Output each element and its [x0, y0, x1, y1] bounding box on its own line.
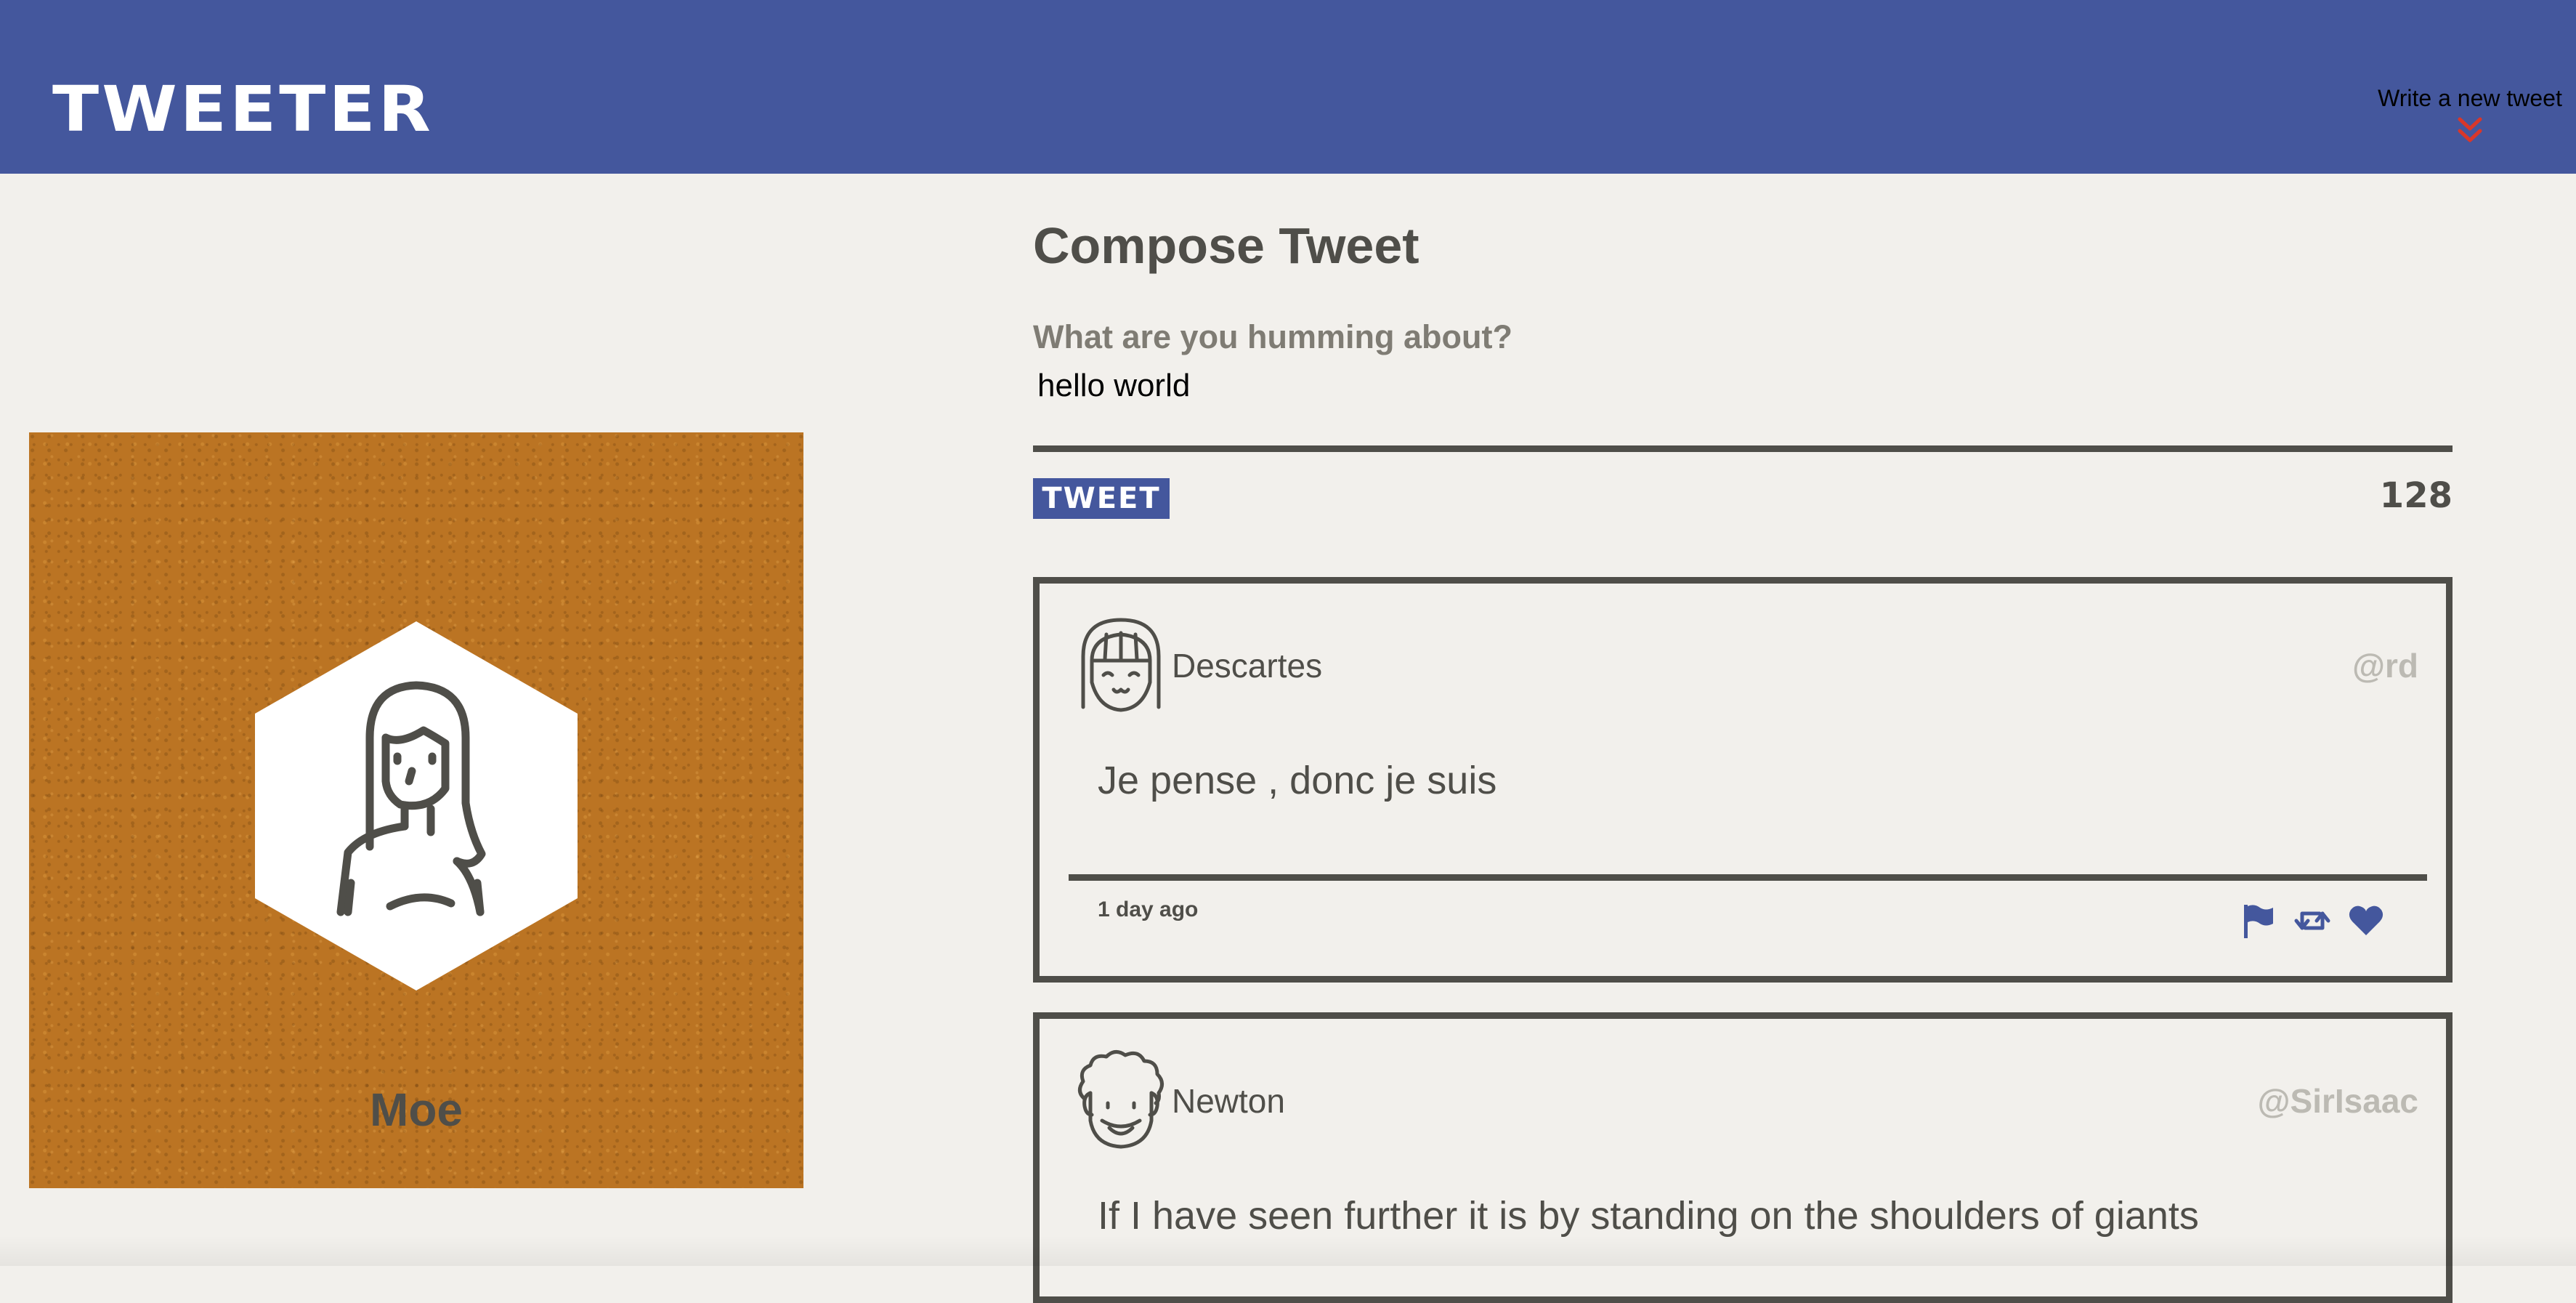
user-avatar-icon	[255, 621, 578, 991]
tweet-author-name[interactable]: Descartes	[1172, 646, 1322, 685]
brand-logo[interactable]: TWEETER	[52, 78, 434, 141]
write-new-tweet-label[interactable]: Write a new tweet	[2368, 84, 2572, 112]
tweet-card: Newton @SirIsaac If I have seen further …	[1033, 1012, 2453, 1303]
flag-icon[interactable]	[2240, 902, 2277, 940]
compose-prompt-label: What are you humming about?	[1033, 318, 1512, 355]
bangs-avatar-icon	[1081, 618, 1161, 712]
tweet-card: Descartes @rd Je pense , donc je suis 1 …	[1033, 577, 2453, 983]
write-new-tweet-toggle[interactable]: Write a new tweet	[2368, 84, 2572, 147]
profile-name: Moe	[370, 1084, 463, 1136]
tweet-text: If I have seen further it is by standing…	[1098, 1194, 2199, 1238]
tweet-author-name[interactable]: Newton	[1172, 1081, 1285, 1121]
heart-icon[interactable]	[2347, 902, 2385, 940]
tweet-author-handle[interactable]: @SirIsaac	[2258, 1081, 2418, 1121]
tweet-submit-button[interactable]: TWEET	[1033, 478, 1170, 519]
double-chevron-down-icon[interactable]	[2455, 115, 2484, 147]
tweet-author-handle[interactable]: @rd	[2352, 646, 2418, 685]
char-counter: 128	[2379, 475, 2453, 516]
tweet-text-input[interactable]	[1033, 362, 2458, 410]
tweet-text: Je pense , donc je suis	[1098, 759, 1497, 802]
tweet-divider	[1069, 874, 2427, 881]
user-profile-card: Moe	[29, 432, 803, 1188]
retweet-icon[interactable]	[2293, 902, 2331, 940]
tweet-actions	[2240, 900, 2385, 941]
compose-title: Compose Tweet	[1033, 217, 1419, 274]
tweet-timestamp: 1 day ago	[1098, 897, 1199, 921]
curly-hair-avatar-icon	[1078, 1050, 1164, 1149]
nav-bar: TWEETER Write a new tweet	[0, 0, 2576, 174]
compose-divider	[1033, 445, 2453, 452]
